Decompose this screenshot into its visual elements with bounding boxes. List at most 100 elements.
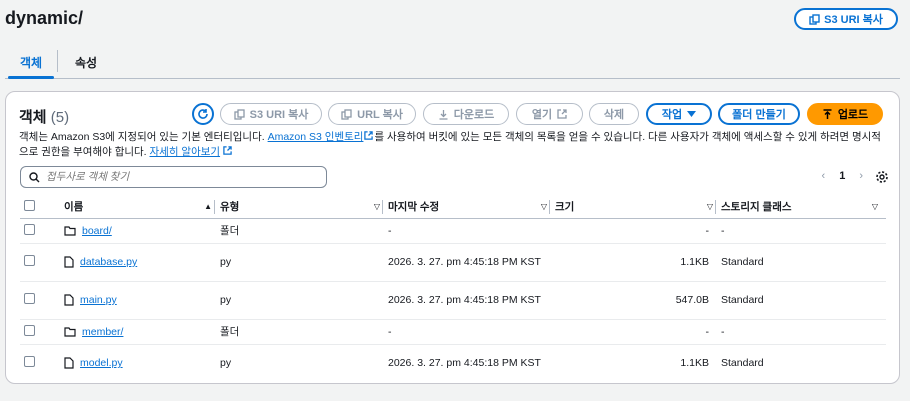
object-name-link[interactable]: model.py [80, 357, 123, 369]
column-header-name[interactable]: 이름 ▲ [64, 196, 220, 219]
current-page-number[interactable]: 1 [839, 170, 845, 182]
type-cell: 폴더 [220, 319, 388, 345]
download-button[interactable]: 다운로드 [423, 103, 509, 125]
panel-title: 객체 (5) [19, 106, 69, 127]
row-checkbox[interactable] [24, 324, 35, 336]
row-checkbox[interactable] [24, 255, 35, 266]
open-label: 열기 [531, 109, 553, 121]
column-separator[interactable] [382, 200, 383, 214]
modified-cell: 2026. 3. 27. pm 4:45:18 PM KST [388, 243, 555, 282]
copy-s3-uri-header-label: S3 URI 복사 [824, 14, 883, 26]
name-cell: model.py [64, 344, 220, 382]
storage-class-cell: Standard [721, 243, 886, 282]
create-folder-button[interactable]: 폴더 만들기 [718, 103, 800, 125]
sort-icon: ▽ [706, 202, 713, 211]
column-header-type-label: 유형 [220, 201, 240, 214]
name-cell: database.py [64, 243, 220, 282]
column-header-storage-class-label: 스토리지 클래스 [721, 201, 792, 214]
column-separator[interactable] [549, 200, 550, 214]
table-row[interactable]: main.py py 2026. 3. 27. pm 4:45:18 PM KS… [20, 281, 886, 320]
modified-cell: - [388, 218, 555, 244]
column-header-type[interactable]: 유형 ▽ [214, 196, 388, 219]
row-checkbox[interactable] [24, 223, 35, 235]
modified-cell: - [388, 319, 555, 345]
row-checkbox[interactable] [24, 293, 35, 304]
object-name-link[interactable]: member/ [82, 326, 123, 338]
copy-icon [341, 108, 352, 120]
prev-page-icon[interactable]: ‹ [822, 170, 826, 182]
upload-button[interactable]: 업로드 [807, 103, 883, 125]
table-row[interactable]: database.py py 2026. 3. 27. pm 4:45:18 P… [20, 243, 886, 282]
refresh-button[interactable] [192, 103, 214, 125]
actions-label: 작업 [661, 109, 683, 121]
modified-cell: 2026. 3. 27. pm 4:45:18 PM KST [388, 357, 541, 370]
table-row[interactable]: board/ 폴더 - - - [20, 218, 886, 244]
copy-s3-uri-header-button[interactable]: S3 URI 복사 [794, 8, 898, 30]
copy-url-button[interactable]: URL 복사 [328, 103, 416, 125]
bucket-path-title: dynamic/ [5, 8, 84, 28]
storage-class-cell: - [721, 218, 886, 244]
tab-properties[interactable]: 속성 [75, 54, 97, 71]
object-name-link[interactable]: board/ [82, 225, 112, 237]
tab-bar: 객체 속성 [5, 46, 900, 79]
column-header-modified[interactable]: 마지막 수정 ▽ [382, 196, 555, 219]
external-link-icon [557, 109, 567, 119]
column-separator[interactable] [214, 200, 215, 214]
copy-s3-uri-label: S3 URI 복사 [249, 109, 309, 121]
row-select-cell [20, 243, 64, 282]
download-label: 다운로드 [453, 109, 495, 121]
row-checkbox[interactable] [24, 356, 35, 368]
copy-icon [809, 13, 820, 25]
object-name-link[interactable]: database.py [80, 256, 137, 268]
size-cell: - [555, 218, 721, 244]
storage-class-cell: - [721, 319, 886, 345]
size-cell: 1.1KB [680, 357, 709, 370]
tab-divider [57, 50, 58, 72]
file-icon [64, 294, 74, 306]
column-header-size-label: 크기 [555, 201, 575, 214]
copy-s3-uri-button[interactable]: S3 URI 복사 [220, 103, 322, 125]
panel-title-text: 객체 [19, 109, 47, 126]
search-icon [29, 171, 40, 182]
modified-cell: 2026. 3. 27. pm 4:45:18 PM KST [388, 281, 555, 320]
type-cell: py [220, 357, 232, 370]
type-cell: py [220, 281, 388, 320]
learn-more-link[interactable]: 자세히 알아보기 [150, 146, 221, 158]
sort-icon: ▽ [373, 202, 380, 211]
row-select-cell [20, 218, 64, 244]
type-cell: py [220, 243, 388, 282]
top-bar: dynamic/ S3 URI 복사 [0, 0, 910, 40]
sort-icon: ▽ [540, 202, 547, 211]
select-all-checkbox[interactable] [24, 199, 35, 211]
size-cell: 1.1KB [555, 243, 721, 282]
storage-class-cell: Standard [721, 357, 764, 370]
object-name-link[interactable]: main.py [80, 294, 117, 306]
table-header-row: 이름 ▲ 유형 ▽ 마지막 수정 ▽ 크기 ▽ 스토리지 클래스 ▽ [20, 196, 886, 219]
open-button[interactable]: 열기 [516, 103, 583, 125]
delete-label: 삭제 [603, 109, 625, 121]
size-cell: - [555, 319, 721, 345]
sort-icon: ▽ [871, 202, 878, 211]
pagination: ‹ 1 › [822, 170, 863, 182]
column-header-size[interactable]: 크기 ▽ [549, 196, 721, 219]
delete-button[interactable]: 삭제 [589, 103, 639, 125]
next-page-icon[interactable]: › [859, 170, 863, 182]
prefix-search-box[interactable] [20, 166, 327, 188]
sort-ascending-icon: ▲ [204, 202, 212, 211]
name-cell: main.py [64, 281, 220, 320]
external-link-icon [223, 146, 232, 155]
description-prefix: 객체는 Amazon S3에 지정되어 있는 기본 엔터티입니다. [19, 131, 265, 143]
storage-class-cell: Standard [721, 281, 886, 320]
type-cell: 폴더 [220, 218, 388, 244]
object-count: (5) [50, 109, 70, 126]
actions-dropdown[interactable]: 작업 [646, 103, 712, 125]
gear-icon[interactable] [875, 170, 889, 184]
objects-description: 객체는 Amazon S3에 지정되어 있는 기본 엔터티입니다. Amazon… [19, 130, 889, 160]
column-header-storage-class[interactable]: 스토리지 클래스 ▽ [715, 196, 886, 219]
tab-objects[interactable]: 객체 [7, 54, 55, 79]
s3-inventory-link[interactable]: Amazon S3 인벤토리 [268, 131, 364, 143]
table-row[interactable]: model.py py 2026. 3. 27. pm 4:45:18 PM K… [20, 344, 886, 382]
search-input[interactable] [46, 171, 316, 183]
table-row[interactable]: member/ 폴더 - - - [20, 319, 886, 345]
column-separator[interactable] [715, 200, 716, 214]
